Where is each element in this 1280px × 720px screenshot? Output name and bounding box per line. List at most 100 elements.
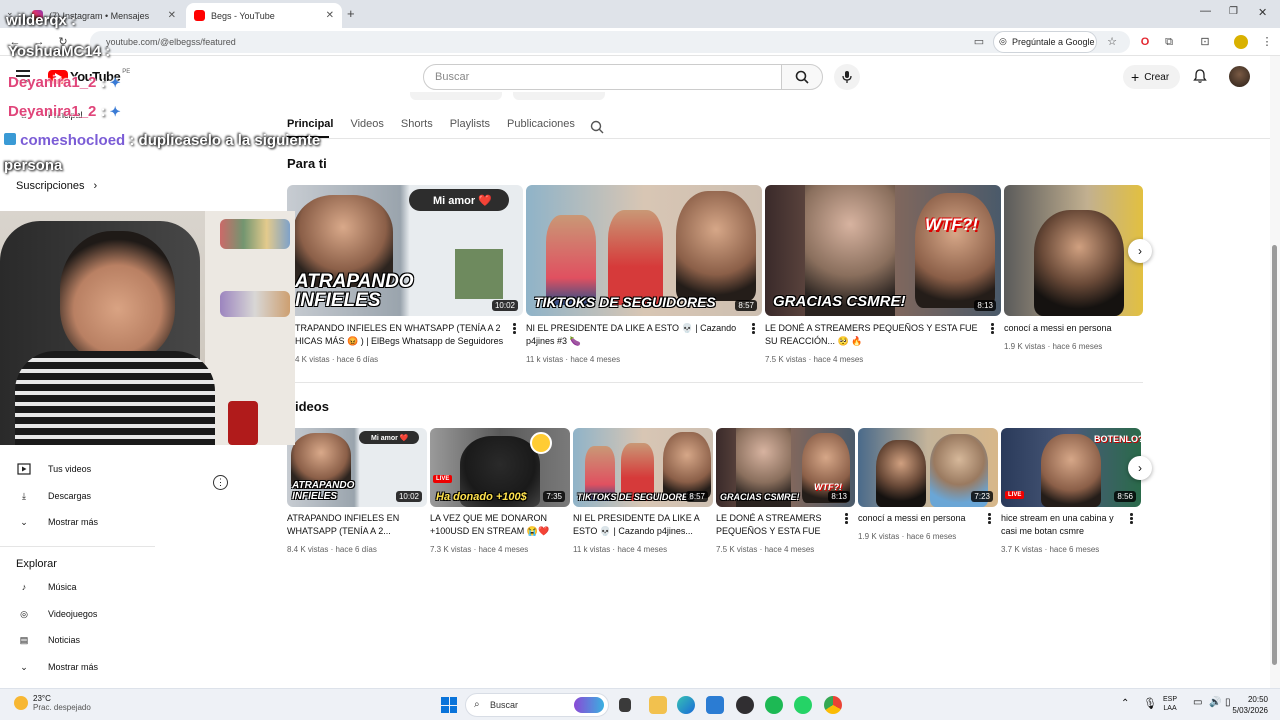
channel-search-icon[interactable] bbox=[590, 110, 604, 138]
sidebar-item-music[interactable]: ♪ Música bbox=[16, 575, 77, 599]
video-title[interactable]: LE DONÉ A STREAMERS PEQUEÑOS Y ESTA FUE … bbox=[765, 322, 985, 348]
tab-shorts[interactable]: Shorts bbox=[401, 110, 433, 138]
create-button[interactable]: + Crear bbox=[1123, 65, 1180, 89]
chrome-icon[interactable] bbox=[824, 696, 842, 714]
minimize-icon[interactable]: — bbox=[1200, 5, 1211, 17]
store-icon[interactable] bbox=[706, 696, 724, 714]
video-menu-icon[interactable] bbox=[513, 323, 517, 335]
video-thumbnail[interactable] bbox=[1004, 185, 1143, 316]
obs-icon[interactable] bbox=[736, 696, 754, 714]
carousel-next-button[interactable]: › bbox=[1128, 456, 1152, 480]
video-title[interactable]: conocí a messi en persona bbox=[858, 512, 983, 525]
tray-chevron-up-icon[interactable]: ⌃ bbox=[1121, 698, 1129, 709]
bookmark-star-icon[interactable]: ☆ bbox=[1105, 35, 1119, 49]
tab-youtube[interactable]: Begs - YouTube ✕ bbox=[186, 3, 342, 28]
sidebar-item-label: Noticias bbox=[48, 635, 81, 645]
video-thumbnail[interactable]: LIVE Ha donado +100$ 7:35 bbox=[430, 428, 570, 507]
file-explorer-icon[interactable] bbox=[649, 696, 667, 714]
clock[interactable]: 20:50 5/03/2026 bbox=[1230, 694, 1268, 716]
video-menu-icon[interactable] bbox=[845, 513, 849, 525]
video-thumbnail[interactable]: GRACIAS CSMRE! WTF?! 8:13 bbox=[765, 185, 1001, 316]
subscriptions-label: Suscripciones bbox=[16, 180, 85, 192]
search-button[interactable] bbox=[781, 64, 823, 90]
video-thumbnail[interactable]: Mi amor ❤️ ATRAPANDO INFIELES 10:02 bbox=[287, 428, 427, 507]
scrollbar-thumb[interactable] bbox=[1272, 245, 1277, 665]
sidebar-item-downloads[interactable]: ⤓ Descargas bbox=[16, 484, 91, 508]
view-count: 4 K vistas bbox=[295, 355, 330, 364]
video-title[interactable]: LA VEZ QUE ME DONARON +100USD EN STREAM … bbox=[430, 512, 558, 538]
sidebar-item-news[interactable]: ▤ Noticias bbox=[16, 628, 80, 652]
carousel-next-button[interactable]: › bbox=[1128, 239, 1152, 263]
tab-videos[interactable]: Videos bbox=[350, 110, 383, 138]
edge-icon[interactable] bbox=[677, 696, 695, 714]
sidebar-show-more[interactable]: ⌄ Mostrar más bbox=[16, 510, 98, 534]
tab-playlists[interactable]: Playlists bbox=[450, 110, 490, 138]
whatsapp-icon[interactable] bbox=[794, 696, 812, 714]
video-duration: 8:56 bbox=[1114, 491, 1136, 502]
close-window-icon[interactable]: ✕ bbox=[1258, 6, 1267, 19]
thumbnail-overlay-text: Ha donado +100$ bbox=[436, 491, 527, 503]
taskbar-search[interactable]: ⌕ Buscar bbox=[465, 693, 609, 717]
video-menu-icon[interactable] bbox=[988, 513, 992, 525]
close-icon[interactable]: ✕ bbox=[326, 10, 334, 21]
weather-widget[interactable]: 23°C Prac. despejado bbox=[14, 694, 91, 712]
chat-username: Deyanira1_2 bbox=[8, 74, 97, 91]
video-meta: 3.7 K vistas · hace 6 meses bbox=[1001, 545, 1100, 554]
keyboard-language[interactable]: ESP LAA bbox=[1163, 695, 1177, 713]
video-thumbnail[interactable]: 7:23 bbox=[858, 428, 998, 507]
view-count: 11 k vistas bbox=[526, 355, 564, 364]
video-menu-icon[interactable] bbox=[752, 323, 756, 335]
video-title[interactable]: NI EL PRESIDENTE DA LIKE A ESTO 💀 | Caza… bbox=[526, 322, 740, 348]
mic-tray-icon[interactable]: 🎙 bbox=[1143, 697, 1157, 710]
thumbnail-overlay-text: ATRAPANDO INFIELES bbox=[292, 480, 355, 502]
opera-extension-icon[interactable]: O bbox=[1138, 35, 1152, 49]
volume-icon[interactable]: 🔊 bbox=[1209, 697, 1221, 708]
start-windows-icon[interactable] bbox=[441, 697, 457, 713]
video-menu-icon[interactable] bbox=[991, 323, 995, 335]
sidebar-show-more-2[interactable]: ⌄ Mostrar más bbox=[16, 655, 98, 679]
spotify-icon[interactable] bbox=[765, 696, 783, 714]
sidebar-item-label: Tus videos bbox=[48, 464, 92, 474]
new-tab-button[interactable]: + bbox=[347, 6, 355, 21]
video-title[interactable]: conocí a messi en persona bbox=[1004, 322, 1139, 335]
video-menu-icon[interactable] bbox=[1130, 513, 1134, 525]
chat-message: YoshuaMC14 : bbox=[8, 43, 110, 60]
task-view-icon[interactable] bbox=[619, 698, 631, 712]
video-title[interactable]: NI EL PRESIDENTE DA LIKE A ESTO 💀 | Caza… bbox=[573, 512, 701, 538]
chip-placeholder bbox=[410, 92, 502, 100]
video-thumbnail[interactable]: TIKTOKS DE SEGUIDORES 8:57 bbox=[573, 428, 713, 507]
screenshot-icon[interactable]: ⊡ bbox=[1198, 35, 1212, 49]
notifications-bell-icon[interactable] bbox=[1192, 68, 1210, 86]
account-avatar[interactable] bbox=[1229, 66, 1250, 87]
more-options-icon[interactable]: ⋮ bbox=[213, 475, 228, 490]
extensions-icon[interactable]: ⧉ bbox=[1162, 35, 1176, 49]
sidebar-item-games[interactable]: ◎ Videojuegos bbox=[16, 602, 97, 626]
video-title[interactable]: hice stream en una cabina y casi me bota… bbox=[1001, 512, 1123, 538]
video-thumbnail[interactable]: TIKTOKS DE SEGUIDORES 8:57 bbox=[526, 185, 762, 316]
search-input[interactable]: Buscar bbox=[423, 64, 782, 90]
video-title[interactable]: ATRAPANDO INFIELES EN WHATSAPP (TENÍA A … bbox=[287, 512, 417, 538]
chat-message: comeshocloed : duplicaselo a la siguient… bbox=[4, 132, 320, 149]
video-title[interactable]: TRAPANDO INFIELES EN WHATSAPP (TENÍA A 2… bbox=[295, 322, 505, 348]
profile-avatar[interactable] bbox=[1234, 35, 1248, 49]
upload-age: hace 6 meses bbox=[1049, 545, 1100, 554]
upload-age: hace 6 meses bbox=[1052, 342, 1103, 351]
video-thumbnail[interactable]: GRACIAS CSMRE! WTF?! 8:13 bbox=[716, 428, 855, 507]
video-title[interactable]: LE DONÉ A STREAMERS PEQUEÑOS Y ESTA FUE … bbox=[716, 512, 842, 538]
voice-search-button[interactable] bbox=[834, 64, 860, 90]
plus-icon: + bbox=[1131, 69, 1140, 85]
maximize-icon[interactable]: ❐ bbox=[1229, 6, 1238, 17]
view-count: 7.3 K vistas bbox=[430, 545, 472, 554]
video-thumbnail[interactable]: BOTENLO? LIVE 8:56 bbox=[1001, 428, 1141, 507]
wtf-chip: WTF?! bbox=[925, 215, 978, 234]
clock-time: 20:50 bbox=[1247, 695, 1268, 704]
video-thumbnail[interactable]: Mi amor ❤️ ATRAPANDO INFIELES 10:02 bbox=[287, 185, 523, 316]
menu-kebab-icon[interactable]: ⋮ bbox=[1260, 35, 1274, 49]
sidebar-item-your-videos[interactable]: Tus videos bbox=[16, 457, 91, 481]
network-icon[interactable]: ▭ bbox=[1193, 697, 1202, 708]
cast-icon[interactable]: ▭ bbox=[972, 35, 986, 49]
sidebar-subscriptions-heading[interactable]: Suscripciones › bbox=[16, 180, 97, 192]
ask-google-button[interactable]: ◎ Pregúntale a Google bbox=[993, 31, 1097, 53]
tab-publicaciones[interactable]: Publicaciones bbox=[507, 110, 575, 138]
close-icon[interactable]: ✕ bbox=[168, 10, 176, 21]
